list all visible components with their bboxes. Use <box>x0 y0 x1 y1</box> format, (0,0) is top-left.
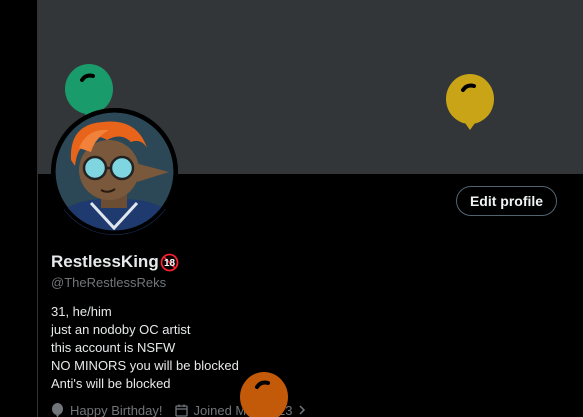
bio-line: NO MINORS you will be blocked <box>51 358 239 373</box>
display-name-row: RestlessKing 18 <box>51 250 179 274</box>
age-badge-label: 18 <box>164 258 176 269</box>
left-gutter <box>0 0 37 417</box>
birthday-text: Happy Birthday! <box>70 402 163 417</box>
bio-line: 31, he/him <box>51 304 112 319</box>
avatar[interactable] <box>51 108 178 235</box>
profile-page: Edit profile RestlessKing 18 @TheRestles… <box>0 0 583 417</box>
profile-handle: @TheRestlessReks <box>51 275 167 290</box>
bio-line: Anti's will be blocked <box>51 376 171 391</box>
chevron-right-icon <box>298 405 305 415</box>
edit-profile-button[interactable]: Edit profile <box>456 186 557 216</box>
birthday-item: Happy Birthday! <box>51 402 163 417</box>
avatar-illustration <box>51 108 178 235</box>
bio-line: this account is NSFW <box>51 340 176 355</box>
calendar-icon <box>174 404 188 417</box>
balloon-icon <box>52 402 63 417</box>
display-name: RestlessKing <box>51 252 159 271</box>
yellow-balloon-icon <box>446 74 494 130</box>
orange-balloon-icon <box>240 372 288 417</box>
age-restriction-18-icon: 18 <box>160 253 179 271</box>
profile-bio: 31, he/him just an nodoby OC artist this… <box>51 303 239 393</box>
bio-line: just an nodoby OC artist <box>51 322 191 337</box>
